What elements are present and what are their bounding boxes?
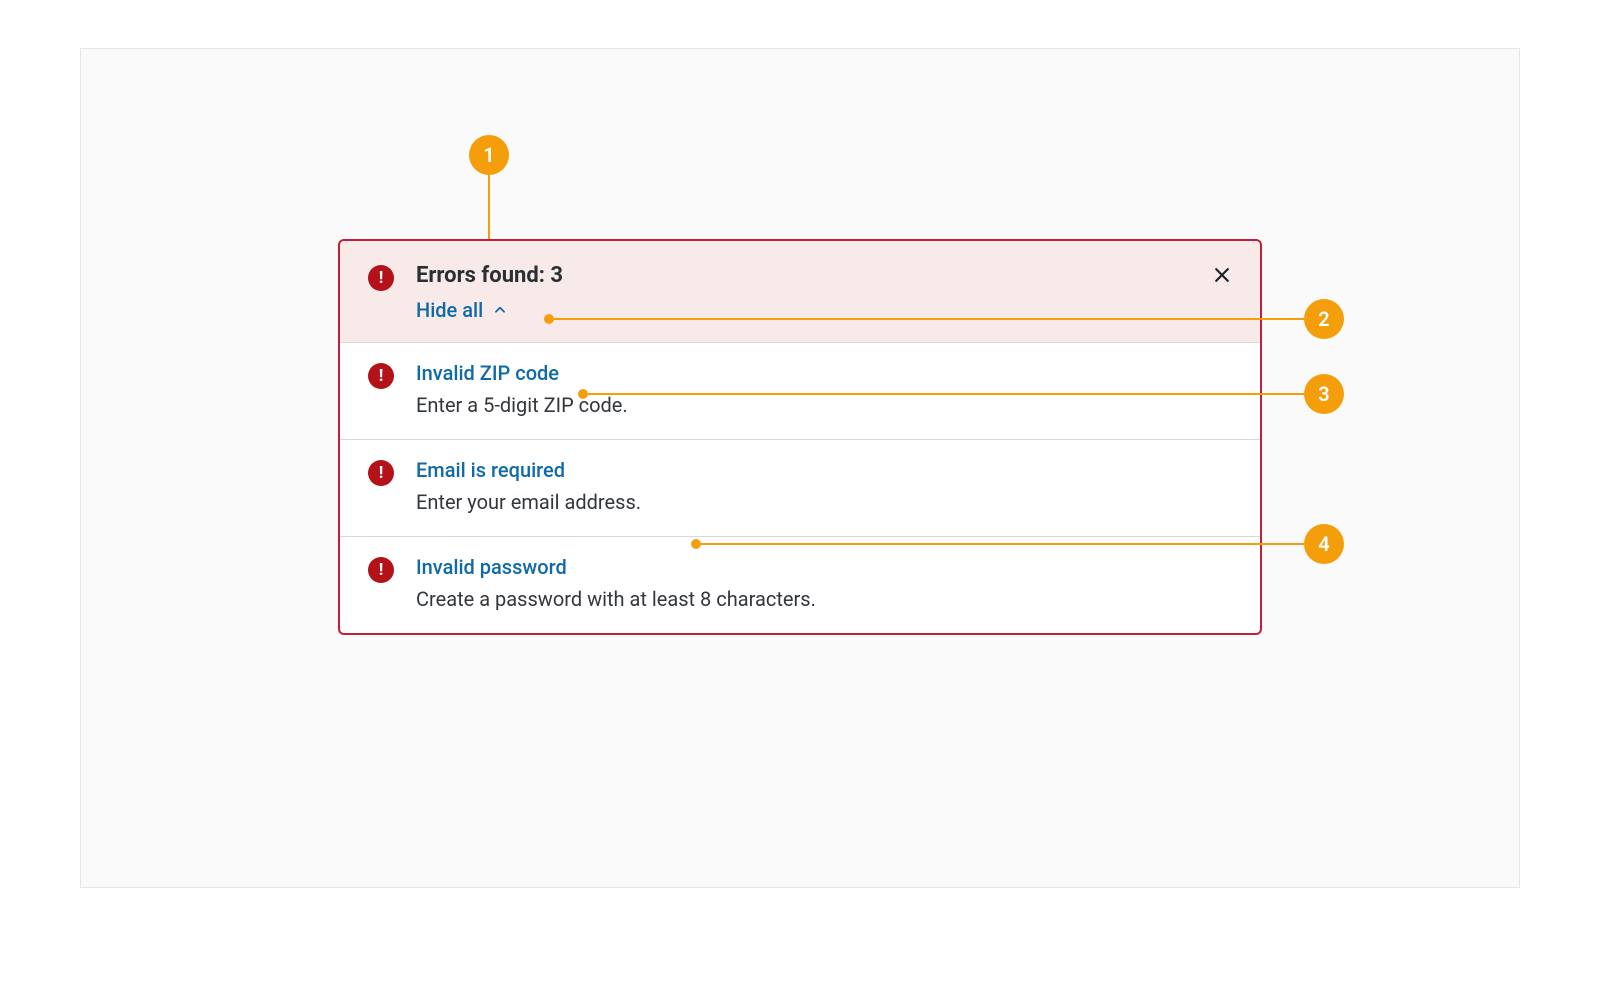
callout-line-4 bbox=[701, 543, 1304, 545]
callout-badge-3: 3 bbox=[1304, 374, 1344, 414]
callout-line-2 bbox=[554, 318, 1304, 320]
callout-badge-4: 4 bbox=[1304, 524, 1344, 564]
error-item-body: Enter your email address. bbox=[416, 490, 1232, 514]
error-item: ! Invalid ZIP code Enter a 5-digit ZIP c… bbox=[340, 342, 1260, 439]
close-button[interactable] bbox=[1208, 263, 1236, 291]
alert-title: Errors found: 3 bbox=[416, 263, 1232, 288]
error-icon: ! bbox=[368, 557, 394, 583]
chevron-up-icon bbox=[493, 303, 507, 317]
error-icon: ! bbox=[368, 363, 394, 389]
error-item-title[interactable]: Invalid ZIP code bbox=[416, 361, 1232, 385]
callout-dot-2 bbox=[544, 314, 554, 324]
error-item: ! Email is required Enter your email add… bbox=[340, 439, 1260, 536]
error-item-title[interactable]: Email is required bbox=[416, 458, 1232, 482]
alert-header: ! Errors found: 3 Hide all bbox=[340, 241, 1260, 342]
error-item-title[interactable]: Invalid password bbox=[416, 555, 1232, 579]
header-texts: Errors found: 3 Hide all bbox=[416, 263, 1232, 322]
error-item: ! Invalid password Create a password wit… bbox=[340, 536, 1260, 633]
callout-badge-2: 2 bbox=[1304, 299, 1344, 339]
callout-line-3 bbox=[588, 393, 1304, 395]
callout-badge-1: 1 bbox=[469, 135, 509, 175]
callout-line-1 bbox=[488, 175, 490, 247]
error-icon: ! bbox=[368, 265, 394, 291]
error-alert: ! Errors found: 3 Hide all ! bbox=[338, 239, 1262, 635]
callout-dot-3 bbox=[578, 389, 588, 399]
close-icon bbox=[1212, 265, 1232, 289]
error-item-body: Create a password with at least 8 charac… bbox=[416, 587, 1232, 611]
hide-all-label: Hide all bbox=[416, 298, 483, 322]
callout-dot-4 bbox=[691, 539, 701, 549]
error-item-body: Enter a 5-digit ZIP code. bbox=[416, 393, 1232, 417]
example-frame: 1 ! Errors found: 3 Hide all bbox=[80, 48, 1520, 888]
error-icon: ! bbox=[368, 460, 394, 486]
